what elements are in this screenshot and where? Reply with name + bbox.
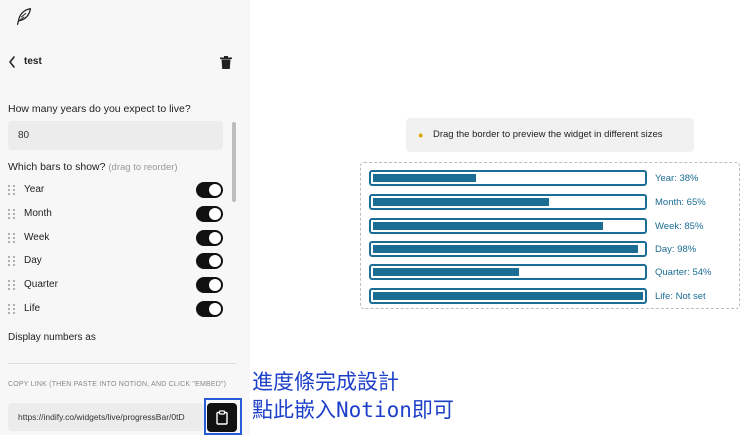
tip-text: Drag the border to preview the widget in… [433, 129, 663, 140]
bar-toggle[interactable] [196, 206, 223, 222]
feather-icon [16, 8, 32, 25]
progress-label: Week: 85% [655, 221, 704, 232]
drag-handle-icon[interactable] [8, 185, 16, 195]
bar-option-label: Life [24, 303, 41, 314]
progress-widget-preview[interactable]: Year: 38% Month: 65% Week: 85% Day: 98% … [360, 162, 740, 309]
progress-label: Month: 65% [655, 197, 706, 208]
drag-handle-icon[interactable] [8, 233, 16, 243]
progress-fill [373, 222, 603, 230]
trash-icon[interactable] [220, 56, 232, 69]
progress-row: Life: Not set [369, 288, 739, 305]
widget-title: test [24, 56, 42, 67]
bars-hint: (drag to reorder) [108, 162, 178, 173]
bar-option: Day [8, 253, 224, 269]
progress-label: Quarter: 54% [655, 267, 712, 278]
progress-label: Day: 98% [655, 244, 697, 255]
divider [8, 363, 236, 364]
settings-sidebar: test How many years do you expect to liv… [0, 0, 250, 435]
lightbulb-icon: ● [418, 130, 424, 140]
progress-fill [373, 268, 519, 276]
progress-track [369, 241, 647, 257]
years-label: How many years do you expect to live? [8, 103, 191, 115]
progress-fill [373, 198, 549, 206]
bar-option: Quarter [8, 277, 224, 293]
years-input[interactable] [8, 121, 223, 150]
copy-link-label: COPY LINK (THEN PASTE INTO NOTION, AND C… [8, 381, 227, 388]
drag-handle-icon[interactable] [8, 280, 16, 290]
bar-option-label: Month [24, 208, 52, 219]
embed-link-field[interactable]: https://indify.co/widgets/live/progressB… [8, 403, 204, 431]
annotation-line-1: 進度條完成設計 [252, 370, 399, 394]
progress-fill [373, 174, 476, 182]
bar-toggle[interactable] [196, 277, 223, 293]
progress-row: Month: 65% [369, 194, 739, 211]
sidebar-scrollbar[interactable] [232, 122, 236, 202]
bar-option-label: Week [24, 232, 50, 243]
bar-option-label: Year [24, 184, 45, 195]
drag-handle-icon[interactable] [8, 209, 16, 219]
drag-handle-icon[interactable] [8, 304, 16, 314]
bar-toggle[interactable] [196, 230, 223, 246]
progress-label: Year: 38% [655, 173, 699, 184]
progress-track [369, 288, 647, 304]
bar-option-label: Day [24, 255, 42, 266]
progress-row: Quarter: 54% [369, 264, 739, 281]
progress-track [369, 170, 647, 186]
progress-label: Life: Not set [655, 291, 706, 302]
progress-row: Day: 98% [369, 241, 739, 258]
drag-handle-icon[interactable] [8, 256, 16, 266]
bars-label: Which bars to show? (drag to reorder) [8, 161, 178, 173]
embed-link-text: https://indify.co/widgets/live/progressB… [18, 412, 185, 422]
bar-option: Year [8, 182, 224, 198]
chevron-left-icon[interactable] [7, 55, 17, 69]
bar-option-label: Quarter [24, 279, 58, 290]
progress-row: Year: 38% [369, 170, 739, 187]
progress-track [369, 264, 647, 280]
bars-label-text: Which bars to show? [8, 161, 106, 173]
display-numbers-label: Display numbers as [8, 332, 96, 343]
bar-option: Life [8, 301, 224, 317]
bar-option: Week [8, 230, 224, 246]
annotation-line-2: 點此嵌入Notion即可 [252, 398, 454, 422]
bar-option: Month [8, 206, 224, 222]
preview-tip: ● Drag the border to preview the widget … [406, 118, 694, 152]
progress-fill [373, 292, 643, 300]
progress-track [369, 194, 647, 210]
highlight-box [204, 398, 242, 435]
progress-fill [373, 245, 638, 253]
progress-track [369, 218, 647, 234]
progress-row: Week: 85% [369, 218, 739, 235]
bar-toggle[interactable] [196, 182, 223, 198]
bar-toggle[interactable] [196, 253, 223, 269]
bar-toggle[interactable] [196, 301, 223, 317]
